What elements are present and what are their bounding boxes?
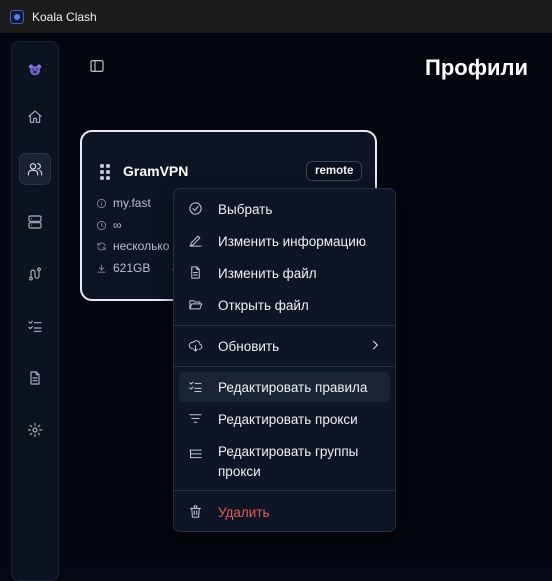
menu-item-select[interactable]: Выбрать: [179, 194, 390, 224]
sidebar-item-connections[interactable]: [19, 258, 51, 290]
profile-name: GramVPN: [123, 163, 189, 179]
menu-item-edit-info[interactable]: Изменить информацию: [179, 226, 390, 256]
menu-separator: [174, 366, 395, 367]
profile-expire-row: ∞: [96, 218, 122, 232]
file-text-icon: [30, 371, 40, 385]
profile-host-row: my.fast: [96, 196, 151, 210]
menu-item-label: Выбрать: [218, 201, 273, 217]
pencil-icon: [188, 233, 204, 249]
trash-icon: [188, 504, 204, 520]
refresh-icon: [97, 241, 106, 251]
profile-context-menu: Выбрать Изменить информацию Изменить фай…: [173, 188, 396, 532]
sidebar-item-home[interactable]: [19, 101, 51, 133]
menu-item-edit-proxy-groups[interactable]: Редактировать группы прокси: [179, 438, 390, 482]
cloud-download-icon: [188, 338, 204, 354]
chevron-right-icon: [368, 338, 382, 355]
sidebar-item-settings[interactable]: [19, 414, 51, 446]
menu-item-label: Редактировать правила: [218, 379, 368, 395]
circle-check-icon: [188, 201, 204, 217]
menu-item-label: Изменить информацию: [218, 233, 366, 249]
profile-expire: ∞: [113, 218, 122, 232]
route-icon: [29, 267, 41, 281]
window-title: Koala Clash: [32, 9, 97, 24]
sidebar-item-logs[interactable]: [19, 362, 51, 394]
list-checks-icon: [188, 379, 204, 395]
menu-item-label: Редактировать группы прокси: [218, 444, 359, 479]
sidebar-item-proxies[interactable]: [19, 206, 51, 238]
menu-item-label: Редактировать прокси: [218, 411, 358, 427]
info-icon: [97, 198, 106, 208]
sidebar-item-rules[interactable]: [19, 310, 51, 342]
profile-updated: несколько: [113, 239, 170, 253]
menu-item-label: Открыть файл: [218, 297, 309, 313]
sidebar: [11, 41, 59, 581]
profile-traffic-row: 621GB: [96, 261, 150, 275]
menu-item-edit-file[interactable]: Изменить файл: [179, 258, 390, 288]
menu-separator: [174, 325, 395, 326]
profile-updated-row: несколько: [96, 239, 169, 253]
app-logo-icon: [10, 9, 24, 24]
profile-host: my.fast: [113, 196, 151, 210]
server-icon: [28, 215, 42, 229]
menu-item-update[interactable]: Обновить: [179, 331, 390, 361]
profile-traffic: 621GB: [113, 261, 151, 275]
profile-type-badge: remote: [306, 161, 363, 181]
menu-item-open-file[interactable]: Открыть файл: [179, 290, 390, 320]
file-icon: [188, 265, 204, 281]
menu-item-label: Удалить: [218, 504, 270, 520]
drag-handle-icon[interactable]: [100, 164, 110, 180]
title-bar: Koala Clash: [0, 0, 552, 33]
menu-item-edit-rules[interactable]: Редактировать правила: [179, 372, 390, 402]
sidebar-item-profiles[interactable]: [19, 153, 51, 185]
menu-separator: [174, 490, 395, 491]
folder-open-icon: [188, 297, 204, 313]
list-tree-icon: [188, 447, 204, 463]
clock-icon: [97, 220, 106, 230]
list-checks-icon: [28, 320, 42, 332]
users-icon: [27, 163, 43, 176]
page-title: Профили: [425, 55, 528, 80]
sidebar-toggle-button[interactable]: [86, 55, 108, 77]
panel-left-icon: [90, 60, 104, 72]
menu-item-edit-proxies[interactable]: Редактировать прокси: [179, 404, 390, 434]
main-area: Профили GramVPN remote my.fast ∞ несколь…: [0, 33, 552, 581]
filter-icon: [188, 411, 204, 427]
download-icon: [97, 263, 106, 273]
home-icon: [28, 110, 42, 123]
menu-item-label: Изменить файл: [218, 265, 317, 281]
gear-icon: [27, 422, 43, 438]
menu-item-delete[interactable]: Удалить: [179, 497, 390, 527]
app-logo-icon: [19, 54, 51, 86]
menu-item-label: Обновить: [218, 338, 280, 354]
